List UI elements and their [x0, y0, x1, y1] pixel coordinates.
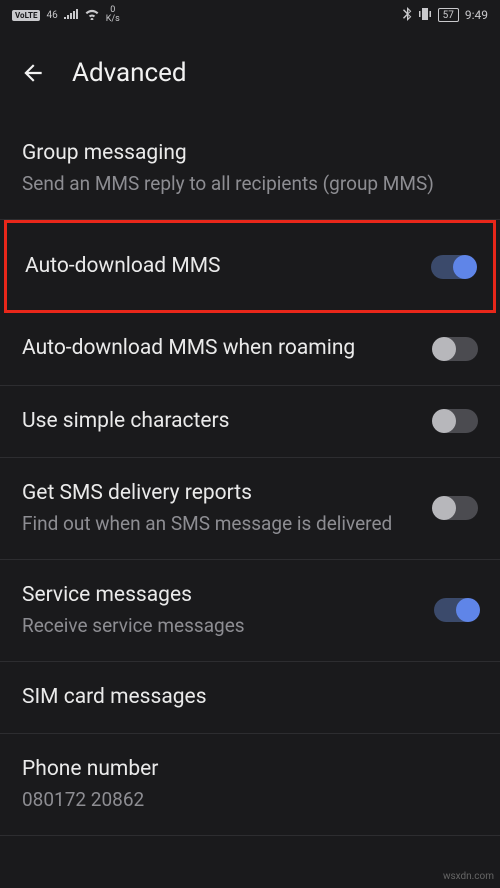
toggle-knob [432, 496, 456, 520]
setting-text: Service messages Receive service message… [22, 582, 416, 639]
setting-title: Service messages [22, 582, 416, 609]
vibrate-icon [418, 7, 432, 24]
back-button[interactable] [20, 60, 46, 86]
page-title: Advanced [72, 58, 187, 88]
setting-service-messages[interactable]: Service messages Receive service message… [0, 560, 500, 662]
wifi-icon [84, 8, 100, 23]
setting-text: Auto-download MMS [25, 253, 413, 280]
setting-title: SIM card messages [22, 684, 478, 711]
status-bar: VoLTE 46 0 K/s 57 9:49 [0, 0, 500, 30]
signal-icon [64, 8, 78, 22]
toggle-knob [453, 255, 477, 279]
setting-text: Use simple characters [22, 408, 416, 435]
toggle-auto-download-mms[interactable] [431, 255, 475, 279]
setting-auto-download-roaming[interactable]: Auto-download MMS when roaming [0, 313, 500, 385]
setting-title: Group messaging [22, 140, 478, 167]
setting-delivery-reports[interactable]: Get SMS delivery reports Find out when a… [0, 458, 500, 560]
setting-phone-number[interactable]: Phone number 080172 20862 [0, 734, 500, 836]
setting-subtitle: Find out when an SMS message is delivere… [22, 511, 416, 537]
setting-group-messaging[interactable]: Group messaging Send an MMS reply to all… [0, 118, 500, 220]
toggle-service-messages[interactable] [434, 598, 478, 622]
toggle-delivery-reports[interactable] [434, 496, 478, 520]
battery-indicator: 57 [438, 8, 459, 22]
setting-title: Use simple characters [22, 408, 416, 435]
setting-text: Get SMS delivery reports Find out when a… [22, 480, 416, 537]
speed-unit: K/s [106, 15, 120, 24]
volte-badge: VoLTE [12, 10, 40, 21]
setting-text: SIM card messages [22, 684, 478, 711]
setting-simple-characters[interactable]: Use simple characters [0, 386, 500, 458]
highlight-box: Auto-download MMS [4, 220, 496, 313]
setting-text: Phone number 080172 20862 [22, 756, 478, 813]
setting-title: Auto-download MMS [25, 253, 413, 280]
toggle-simple-characters[interactable] [434, 409, 478, 433]
setting-title: Phone number [22, 756, 478, 783]
toggle-auto-download-roaming[interactable] [434, 337, 478, 361]
setting-text: Auto-download MMS when roaming [22, 335, 416, 362]
toggle-knob [432, 409, 456, 433]
toggle-knob [432, 337, 456, 361]
battery-percent: 57 [443, 10, 454, 21]
status-left: VoLTE 46 0 K/s [12, 6, 120, 24]
setting-subtitle: Receive service messages [22, 613, 416, 639]
phone-number-value: 080172 20862 [22, 787, 478, 813]
setting-text: Group messaging Send an MMS reply to all… [22, 140, 478, 197]
data-speed: 0 K/s [106, 6, 120, 24]
watermark: wsxdn.com [443, 871, 494, 882]
setting-title: Auto-download MMS when roaming [22, 335, 416, 362]
app-header: Advanced [0, 30, 500, 118]
arrow-left-icon [20, 60, 46, 86]
setting-subtitle: Send an MMS reply to all recipients (gro… [22, 171, 478, 197]
bluetooth-icon [402, 7, 412, 24]
setting-sim-card-messages[interactable]: SIM card messages [0, 662, 500, 734]
status-right: 57 9:49 [402, 7, 488, 24]
settings-list: Group messaging Send an MMS reply to all… [0, 118, 500, 836]
setting-title: Get SMS delivery reports [22, 480, 416, 507]
clock: 9:49 [465, 8, 488, 22]
toggle-knob [456, 598, 480, 622]
setting-auto-download-mms[interactable]: Auto-download MMS [7, 223, 493, 310]
network-type: 46 [46, 10, 57, 21]
